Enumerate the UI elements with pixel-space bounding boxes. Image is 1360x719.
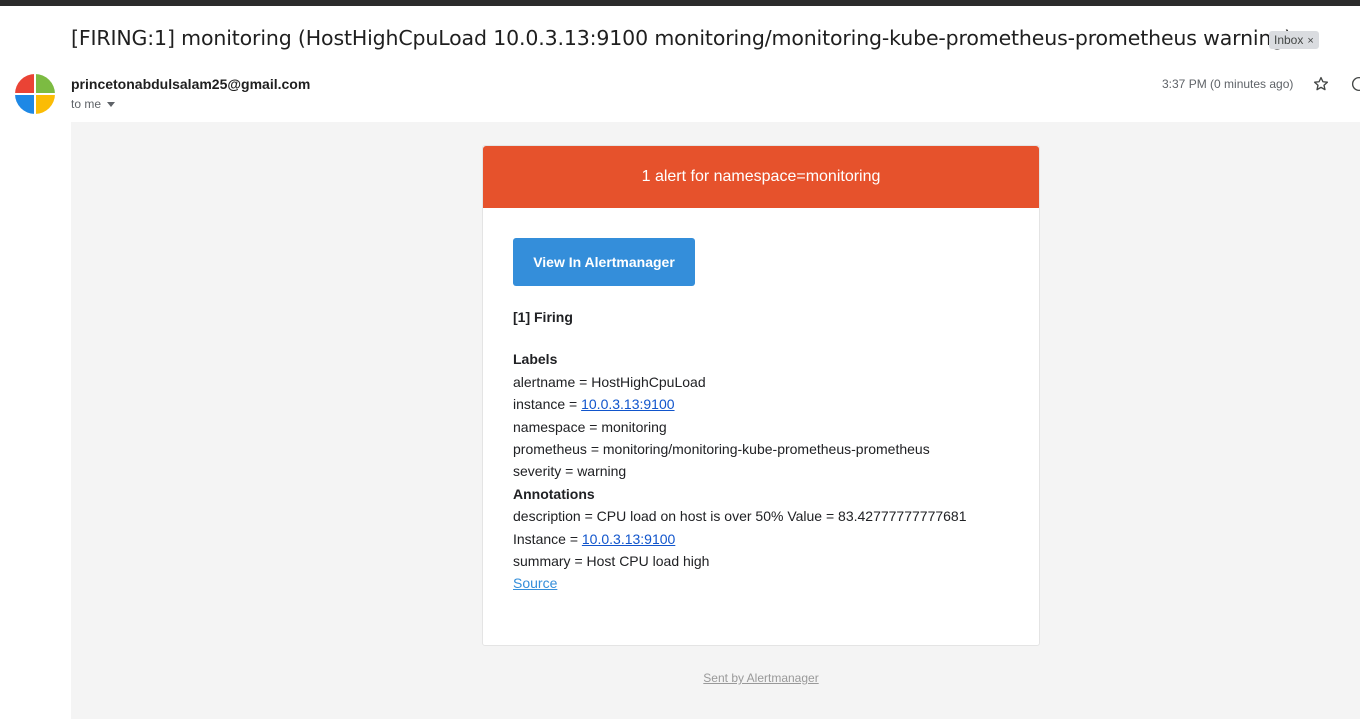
recipient-dropdown[interactable]: to me (71, 97, 116, 111)
recipient-label: to me (71, 97, 102, 111)
label-prometheus: prometheus = monitoring/monitoring-kube-… (513, 441, 930, 458)
view-in-alertmanager-button[interactable]: View In Alertmanager (513, 238, 695, 286)
source-link[interactable]: Source (513, 575, 557, 591)
annotation-description: description = CPU load on host is over 5… (513, 508, 967, 525)
alert-card: 1 alert for namespace=monitoring View In… (482, 145, 1040, 646)
star-icon[interactable] (1312, 75, 1330, 93)
label-instance: instance = 10.0.3.13:9100 (513, 393, 1009, 415)
inbox-label-text: Inbox (1274, 33, 1304, 47)
window-top-bar (0, 0, 1360, 6)
sent-by-alertmanager-link[interactable]: Sent by Alertmanager (703, 671, 818, 685)
footer: Sent by Alertmanager (482, 671, 1040, 685)
annotations-title: Annotations (513, 485, 595, 502)
annotation-summary: summary = Host CPU load high (513, 553, 710, 570)
annotation-instance-prefix: Instance = (513, 530, 582, 547)
label-namespace: namespace = monitoring (513, 418, 667, 435)
labels-title: Labels (513, 351, 558, 368)
inbox-label-chip[interactable]: Inbox × (1269, 31, 1319, 49)
caret-down-icon (107, 101, 116, 107)
alert-body: View In Alertmanager [1] Firing Labels a… (483, 208, 1039, 595)
label-alertname: alertname = HostHighCpuLoad (513, 373, 706, 390)
label-severity: severity = warning (513, 463, 627, 480)
remove-label-icon[interactable]: × (1307, 35, 1313, 47)
email-subject: [FIRING:1] monitoring (HostHighCpuLoad 1… (71, 26, 1293, 50)
label-instance-link[interactable]: 10.0.3.13:9100 (581, 396, 674, 412)
emoji-icon[interactable] (1350, 75, 1360, 93)
annotation-instance: Instance = 10.0.3.13:9100 (513, 528, 1009, 550)
google-avatar-icon[interactable] (15, 74, 55, 114)
firing-title: [1] Firing (513, 309, 573, 325)
sender-address[interactable]: princetonabdulsalam25@gmail.com (71, 76, 310, 92)
email-timestamp: 3:37 PM (0 minutes ago) (1162, 77, 1294, 91)
annotation-instance-link[interactable]: 10.0.3.13:9100 (582, 531, 675, 547)
alert-header: 1 alert for namespace=monitoring (483, 146, 1039, 208)
label-instance-prefix: instance = (513, 396, 582, 413)
